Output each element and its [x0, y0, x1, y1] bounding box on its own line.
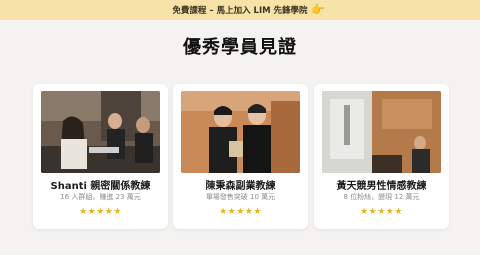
testimonial-name: 黃天競男性情感教練: [336, 181, 427, 192]
star-rating: ★★★★★: [219, 207, 262, 217]
section-title: 優秀學員見證: [183, 37, 297, 58]
testimonial-meta: 16 人群組，賺進 23 萬元: [60, 193, 141, 201]
promo-banner-text: 免費課程 – 馬上加入 LIM 先鋒學院: [172, 6, 308, 16]
pointing-hand-icon: 👉: [311, 3, 325, 16]
testimonial-photo: [322, 91, 441, 173]
testimonial-name: 陳秉森副業教練: [205, 181, 276, 192]
star-rating: ★★★★★: [360, 207, 403, 217]
testimonial-meta: 單場發售突破 10 萬元: [205, 193, 276, 201]
promo-banner[interactable]: 免費課程 – 馬上加入 LIM 先鋒學院 👉: [0, 0, 480, 20]
testimonial-card[interactable]: Shanti 親密關係教練 16 人群組，賺進 23 萬元 ★★★★★: [33, 84, 168, 229]
testimonial-photo: [41, 91, 160, 173]
testimonial-photo: [181, 91, 300, 173]
testimonial-meta: 8 位粉絲，變現 12 萬元: [343, 193, 420, 201]
star-rating: ★★★★★: [79, 207, 122, 217]
testimonial-card[interactable]: 黃天競男性情感教練 8 位粉絲，變現 12 萬元 ★★★★★: [314, 84, 449, 229]
testimonial-name: Shanti 親密關係教練: [50, 181, 151, 192]
testimonial-card[interactable]: 陳秉森副業教練 單場發售突破 10 萬元 ★★★★★: [173, 84, 308, 229]
